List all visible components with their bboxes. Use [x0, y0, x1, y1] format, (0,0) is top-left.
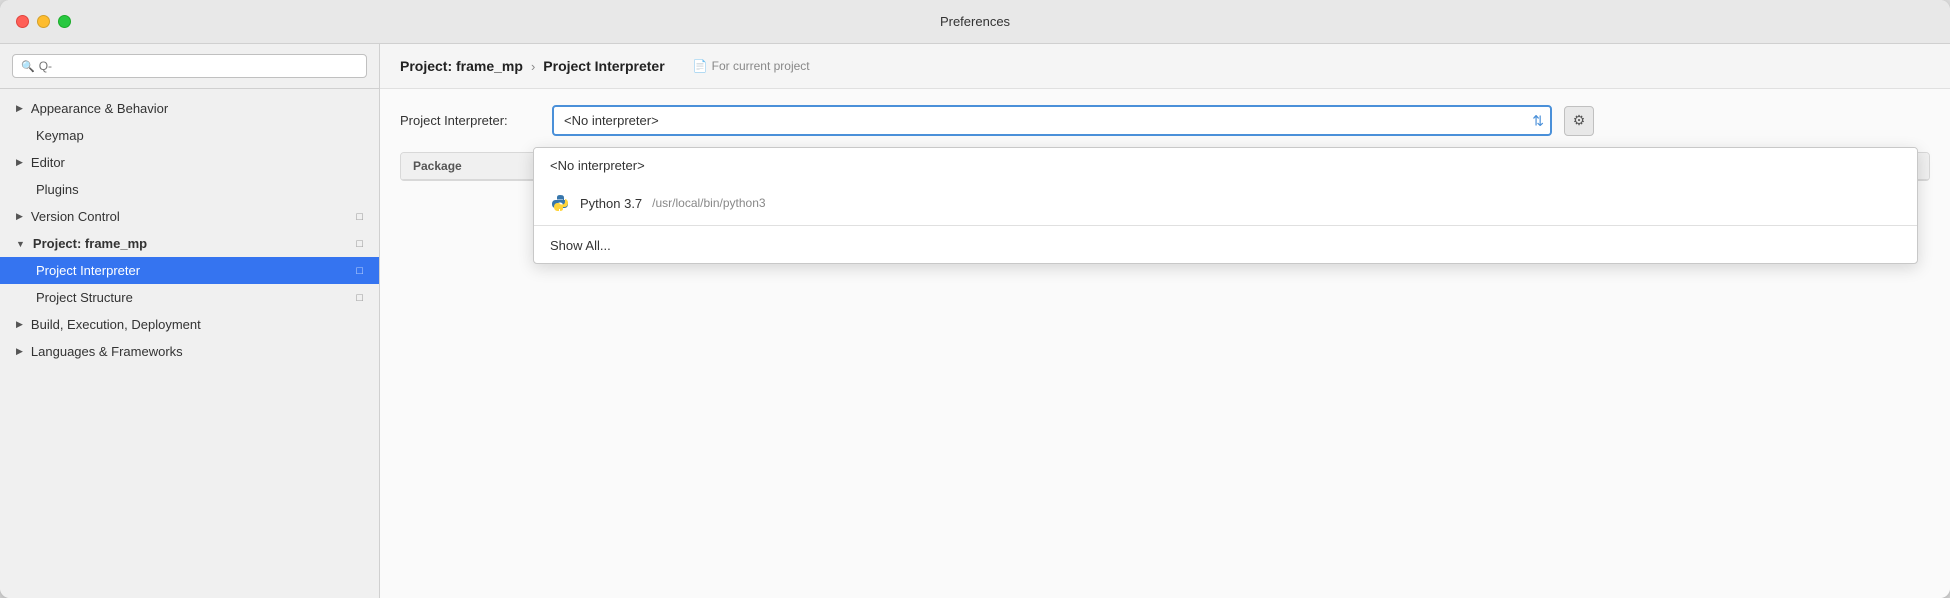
- sidebar-item-appearance-behavior[interactable]: ▶ Appearance & Behavior: [0, 95, 379, 122]
- search-icon: 🔍: [21, 60, 35, 73]
- sidebar-item-label: Plugins: [36, 182, 79, 197]
- window-title: Preferences: [940, 14, 1010, 29]
- package-column-header: Package: [413, 159, 462, 173]
- right-panel: Project: frame_mp › Project Interpreter …: [380, 44, 1950, 598]
- copy-icon: □: [356, 211, 363, 223]
- dropdown-item-label: <No interpreter>: [550, 158, 645, 173]
- interpreter-dropdown: <No interpreter> Python 3.7 /usr/local/b…: [533, 147, 1918, 264]
- copy-icon: □: [356, 292, 363, 304]
- titlebar: Preferences: [0, 0, 1950, 44]
- chevron-down-icon: ▼: [16, 239, 25, 249]
- chevron-right-icon: ▶: [16, 157, 23, 168]
- sidebar: 🔍 ▶ Appearance & Behavior Keymap ▶ Edit: [0, 44, 380, 598]
- sidebar-item-build-execution[interactable]: ▶ Build, Execution, Deployment: [0, 311, 379, 338]
- sidebar-item-label: Editor: [31, 155, 65, 170]
- preferences-window: Preferences 🔍 ▶ Appearance & Behavior Ke: [0, 0, 1950, 598]
- dropdown-item-label: Show All...: [550, 238, 611, 253]
- sidebar-item-label: Appearance & Behavior: [31, 101, 168, 116]
- interpreter-select-wrapper: ⇅: [552, 105, 1552, 136]
- interpreter-label: Project Interpreter:: [400, 113, 540, 128]
- sidebar-item-languages-frameworks[interactable]: ▶ Languages & Frameworks: [0, 338, 379, 365]
- chevron-right-icon: ▶: [16, 211, 23, 222]
- chevron-right-icon: ▶: [16, 103, 23, 114]
- for-current-project-label: For current project: [712, 59, 810, 73]
- interpreter-select[interactable]: [552, 105, 1552, 136]
- main-content: 🔍 ▶ Appearance & Behavior Keymap ▶ Edit: [0, 44, 1950, 598]
- dropdown-item-python37[interactable]: Python 3.7 /usr/local/bin/python3: [534, 183, 1917, 223]
- window-controls: [16, 15, 71, 28]
- search-wrapper[interactable]: 🔍: [12, 54, 367, 78]
- sidebar-navigation: ▶ Appearance & Behavior Keymap ▶ Editor …: [0, 89, 379, 598]
- sidebar-item-version-control[interactable]: ▶ Version Control □: [0, 203, 379, 230]
- sidebar-item-label: Build, Execution, Deployment: [31, 317, 201, 332]
- sidebar-item-keymap[interactable]: Keymap: [0, 122, 379, 149]
- sidebar-item-label: Keymap: [36, 128, 84, 143]
- sidebar-item-label: Version Control: [31, 209, 120, 224]
- maximize-button[interactable]: [58, 15, 71, 28]
- breadcrumb-project: Project: frame_mp: [400, 58, 523, 74]
- sidebar-item-project-interpreter[interactable]: Project Interpreter □: [0, 257, 379, 284]
- chevron-right-icon: ▶: [16, 346, 23, 357]
- sidebar-item-label: Project Interpreter: [36, 263, 140, 278]
- sidebar-item-label: Project Structure: [36, 290, 133, 305]
- sidebar-item-project-structure[interactable]: Project Structure □: [0, 284, 379, 311]
- close-button[interactable]: [16, 15, 29, 28]
- search-input[interactable]: [39, 59, 358, 73]
- sidebar-item-editor[interactable]: ▶ Editor: [0, 149, 379, 176]
- sidebar-item-label: Project: frame_mp: [33, 236, 147, 251]
- copy-icon: □: [356, 265, 363, 277]
- chevron-right-icon: ▶: [16, 319, 23, 330]
- search-bar: 🔍: [0, 44, 379, 89]
- for-current-project: 📄 For current project: [693, 59, 810, 73]
- breadcrumb-page: Project Interpreter: [543, 58, 664, 74]
- minimize-button[interactable]: [37, 15, 50, 28]
- dropdown-divider: [534, 225, 1917, 226]
- python-icon: [550, 193, 570, 213]
- sidebar-item-plugins[interactable]: Plugins: [0, 176, 379, 203]
- interpreter-row: Project Interpreter: ⇅ ⚙: [400, 105, 1930, 136]
- python-path: /usr/local/bin/python3: [652, 196, 765, 210]
- dropdown-item-no-interpreter[interactable]: <No interpreter>: [534, 148, 1917, 183]
- sidebar-item-label: Languages & Frameworks: [31, 344, 183, 359]
- python-name: Python 3.7: [580, 196, 642, 211]
- panel-header: Project: frame_mp › Project Interpreter …: [380, 44, 1950, 89]
- breadcrumb-separator: ›: [531, 59, 535, 74]
- for-current-project-icon: 📄: [693, 59, 708, 73]
- copy-icon: □: [356, 238, 363, 250]
- dropdown-item-show-all[interactable]: Show All...: [534, 228, 1917, 263]
- gear-button[interactable]: ⚙: [1564, 106, 1594, 136]
- panel-body: Project Interpreter: ⇅ ⚙ Package: [380, 89, 1950, 598]
- gear-icon: ⚙: [1573, 112, 1586, 129]
- sidebar-item-project-frame-mp[interactable]: ▼ Project: frame_mp □: [0, 230, 379, 257]
